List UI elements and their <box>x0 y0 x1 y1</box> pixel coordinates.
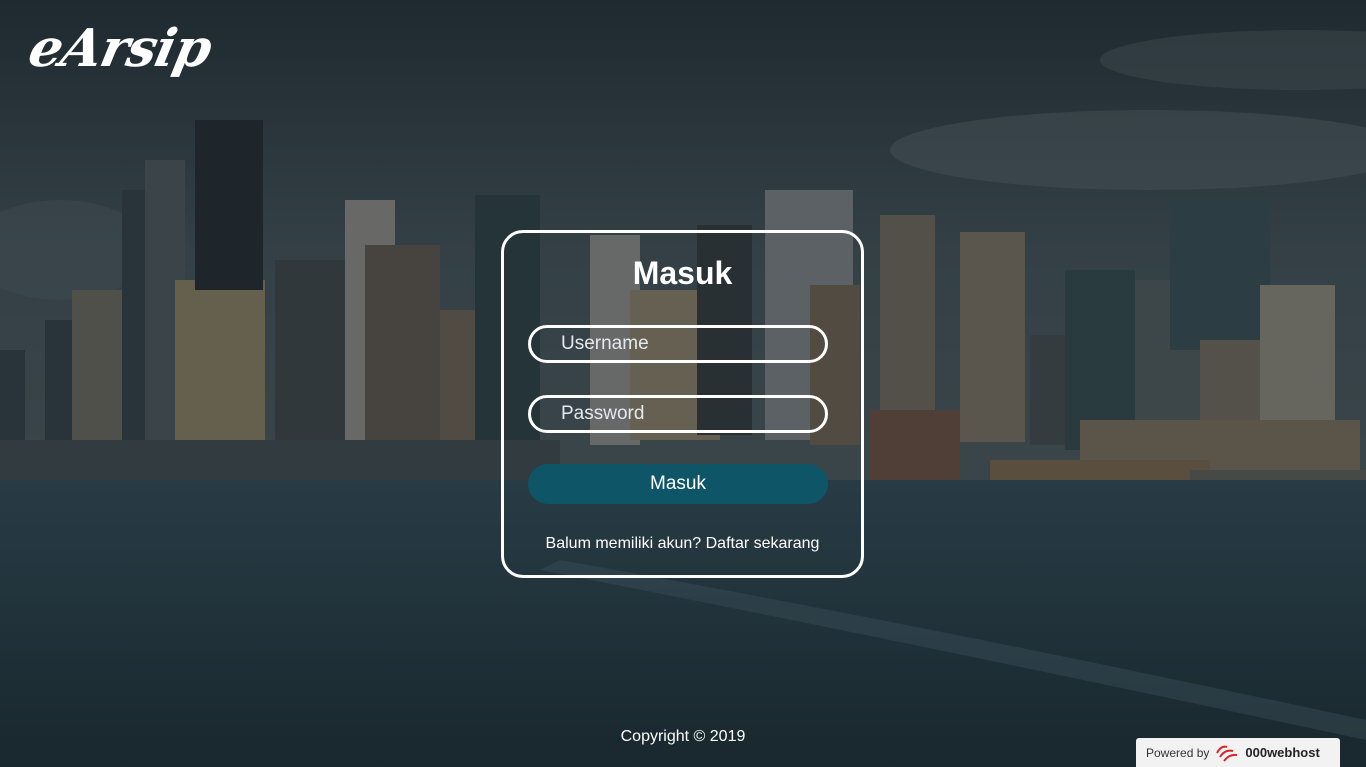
powered-by-badge[interactable]: Powered by 000webhost <box>1136 738 1340 767</box>
powered-by-label: Powered by <box>1146 745 1210 760</box>
register-prompt: Balum memiliki akun? Daftar sekarang <box>504 535 861 553</box>
000webhost-logo-icon <box>1215 743 1239 763</box>
login-title: Masuk <box>632 255 733 291</box>
register-prompt-text: Balum memiliki akun? <box>545 535 702 552</box>
login-card: Masuk Masuk Balum memiliki akun? Daftar … <box>501 230 864 578</box>
app-logo[interactable]: eArsip <box>24 18 217 79</box>
powered-by-brand: 000webhost <box>1245 745 1320 760</box>
login-button[interactable]: Masuk <box>528 464 828 504</box>
username-input[interactable] <box>528 325 828 363</box>
register-link[interactable]: Daftar sekarang <box>706 535 820 552</box>
password-input[interactable] <box>528 395 828 433</box>
